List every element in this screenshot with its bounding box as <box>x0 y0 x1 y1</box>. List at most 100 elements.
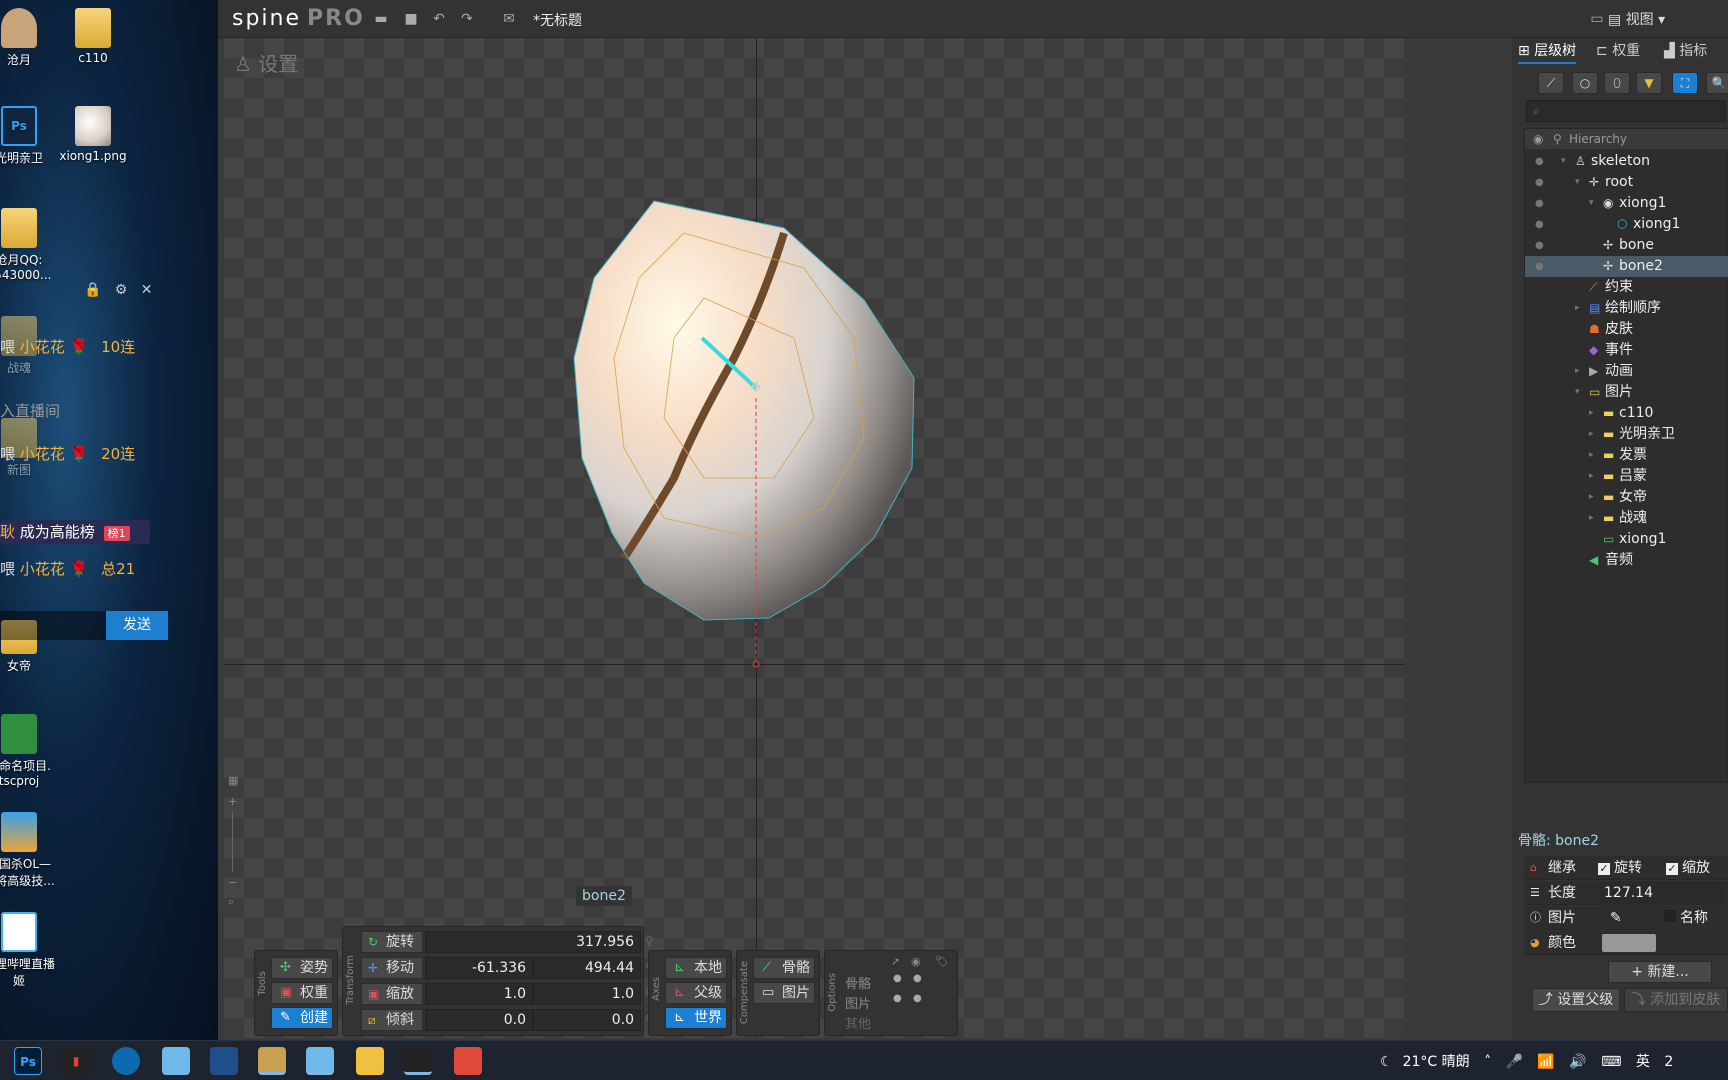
messages-icon[interactable]: ✉ <box>500 10 518 28</box>
key-icon[interactable]: ⚲ <box>645 934 654 948</box>
desktop-icon-xiong1[interactable]: xiong1.png <box>48 106 138 163</box>
expand-arrow-icon[interactable]: ▾ <box>1575 382 1580 403</box>
axes-world-button[interactable]: ⊾ 世界 <box>665 1007 727 1029</box>
zoom-search-icon[interactable]: ⌕ <box>228 895 238 909</box>
visibility-dot[interactable]: ● <box>1535 235 1544 256</box>
color-swatch[interactable] <box>1602 934 1656 952</box>
desktop-icon-qq[interactable]: 沧月QQ: 1543000... <box>0 208 64 282</box>
clock[interactable]: 2 <box>1664 1054 1673 1070</box>
open-folder-icon[interactable]: ▬ <box>372 10 390 28</box>
tree-node[interactable]: ◆ 事件 <box>1525 340 1728 361</box>
taskbar-app-icon[interactable] <box>162 1047 190 1075</box>
inherit-scale-checkbox[interactable]: ✓ 缩放 <box>1666 856 1710 880</box>
zoom-in-icon[interactable]: + <box>228 795 238 808</box>
zoom-slider[interactable]: ▦ + − ⌕ <box>228 774 238 909</box>
compensate-images-button[interactable]: ▭ 图片 <box>753 982 815 1004</box>
expand-arrow-icon[interactable]: ▸ <box>1589 508 1594 529</box>
expand-arrow-icon[interactable]: ▸ <box>1589 424 1594 445</box>
visibility-dot[interactable]: ● <box>1535 172 1544 193</box>
tree-node[interactable]: ⟋ 约束 <box>1525 277 1728 298</box>
filter-search-icon[interactable]: 🔍 <box>1706 72 1728 94</box>
filter-constraints-icon[interactable]: ▼ <box>1636 72 1662 94</box>
tree-node[interactable]: ▸ ▬ c110 <box>1525 403 1728 424</box>
tree-node[interactable]: ● ▾ ✛ root <box>1525 172 1728 193</box>
name-checkbox[interactable]: 名称 <box>1664 906 1708 930</box>
keyboard-icon[interactable]: ⌨ <box>1601 1054 1621 1070</box>
shear-x-field[interactable]: 0.0 <box>425 1009 533 1031</box>
tree-node[interactable]: ▸ ▬ 女帝 <box>1525 487 1728 508</box>
viewport[interactable]: ♙ 设置 ✥ ▦ + − ⌕ bone2 <box>224 38 1404 1038</box>
tree-node[interactable]: ▸ ▬ 发票 <box>1525 445 1728 466</box>
translate-tool-button[interactable]: ✛ 移动 <box>361 957 423 979</box>
visibility-dot[interactable]: ● <box>1535 151 1544 172</box>
chat-input[interactable] <box>0 611 106 640</box>
visibility-dot[interactable]: ● <box>1535 214 1544 235</box>
toggle-dot[interactable]: ● <box>893 973 902 984</box>
tree-node[interactable]: ▸ ▬ 吕蒙 <box>1525 466 1728 487</box>
expand-arrow-icon[interactable]: ▾ <box>1561 151 1566 172</box>
tree-node[interactable]: ● ▾ ◉ xiong1 <box>1525 193 1728 214</box>
length-field[interactable]: 127.14 <box>1600 881 1726 905</box>
taskbar-edge-icon[interactable] <box>112 1047 140 1075</box>
add-to-skin-button[interactable]: ⤵ 添加到皮肤 <box>1624 988 1728 1012</box>
expand-arrow-icon[interactable]: ▾ <box>1575 172 1580 193</box>
filter-slots-icon[interactable]: ○ <box>1572 72 1598 94</box>
view-menu-button[interactable]: ▤ 视图 ▾ <box>1608 9 1665 29</box>
translate-y-field[interactable]: 494.44 <box>533 957 641 979</box>
chat-send-button[interactable]: 发送 <box>106 611 168 640</box>
filter-bones-icon[interactable]: ⟋ <box>1538 72 1564 94</box>
desktop-icon-c110[interactable]: c110 <box>48 8 138 65</box>
tree-node[interactable]: ▸ ▶ 动画 <box>1525 361 1728 382</box>
taskbar-app-icon[interactable] <box>306 1047 334 1075</box>
tree-node[interactable]: ▸ ▬ 战魂 <box>1525 508 1728 529</box>
tree-node[interactable]: ◀ 音频 <box>1525 550 1728 571</box>
tab-metrics[interactable]: ▟ 指标 <box>1664 38 1707 64</box>
tree-node[interactable]: ▸ ▬ 光明亲卫 <box>1525 424 1728 445</box>
close-icon[interactable]: ✕ <box>141 282 153 298</box>
tree-node[interactable]: ● ▾ ♙ skeleton <box>1525 151 1728 172</box>
axes-local-button[interactable]: ⊾ 本地 <box>665 957 727 979</box>
tab-weights[interactable]: ⊏ 权重 <box>1596 38 1640 64</box>
expand-arrow-icon[interactable]: ▸ <box>1589 445 1594 466</box>
tree-node[interactable]: ● ✢ bone2 <box>1525 256 1728 277</box>
set-parent-button[interactable]: ⤴ 设置父级 <box>1532 988 1620 1012</box>
redo-icon[interactable]: ↷ <box>458 10 476 28</box>
create-tool-button[interactable]: ✎ 创建 <box>271 1007 333 1029</box>
desktop-icon-tscproj[interactable]: 未命名项目. tscproj <box>0 714 64 788</box>
inherit-rotation-checkbox[interactable]: ✓ 旋转 <box>1598 856 1642 880</box>
rotate-value-field[interactable]: 317.956 <box>425 931 641 953</box>
tree-node[interactable]: ● ⬡ xiong1 <box>1525 214 1728 235</box>
undo-icon[interactable]: ↶ <box>430 10 448 28</box>
compensate-bones-button[interactable]: ⟋ 骨骼 <box>753 957 815 979</box>
expand-arrow-icon[interactable]: ▸ <box>1589 403 1594 424</box>
tree-node[interactable]: ▭ xiong1 <box>1525 529 1728 550</box>
zoom-out-icon[interactable]: − <box>228 876 238 889</box>
volume-icon[interactable]: 🔊 <box>1569 1054 1586 1070</box>
expand-arrow-icon[interactable]: ▸ <box>1589 466 1594 487</box>
taskbar-camtasia-icon[interactable] <box>454 1047 482 1075</box>
desktop-icon-sanguosha[interactable]: 三国杀OL— 战将高级技... <box>0 812 64 889</box>
visibility-dot[interactable]: ● <box>1535 256 1544 277</box>
save-icon[interactable]: ■ <box>402 10 420 28</box>
tree-node[interactable]: ● ✢ bone <box>1525 235 1728 256</box>
axes-parent-button[interactable]: ⊾ 父级 <box>665 982 727 1004</box>
gear-icon[interactable]: ⚙ <box>115 282 128 298</box>
expand-arrow-icon[interactable]: ▾ <box>1589 193 1594 214</box>
shear-y-field[interactable]: 0.0 <box>533 1009 641 1031</box>
shear-tool-button[interactable]: ⧄ 倾斜 <box>361 1009 423 1031</box>
taskbar-spine-icon[interactable] <box>404 1047 432 1075</box>
taskbar-app-icon[interactable]: ▮ <box>62 1047 90 1075</box>
tree-node[interactable]: ▸ ▤ 绘制顺序 <box>1525 298 1728 319</box>
hierarchy-tree[interactable]: ◉ ⚲ Hierarchy ● ▾ ♙ skeleton ● ▾ ✛ root ● ▾ ◉ xiong… <box>1524 128 1728 783</box>
pose-tool-button[interactable]: ✣ 姿势 <box>271 957 333 979</box>
weights-tool-button[interactable]: ▣ 权重 <box>271 982 333 1004</box>
expand-arrow-icon[interactable]: ▸ <box>1575 361 1580 382</box>
scale-y-field[interactable]: 1.0 <box>533 983 641 1005</box>
translate-x-field[interactable]: -61.336 <box>425 957 533 979</box>
network-icon[interactable]: 📶 <box>1537 1054 1554 1070</box>
microphone-icon[interactable]: 🎤 <box>1506 1054 1523 1070</box>
fit-icon[interactable]: ▦ <box>228 774 238 787</box>
scale-x-field[interactable]: 1.0 <box>425 983 533 1005</box>
filter-attachments-icon[interactable]: ⬯ <box>1604 72 1630 94</box>
taskbar-explorer-icon[interactable] <box>356 1047 384 1075</box>
